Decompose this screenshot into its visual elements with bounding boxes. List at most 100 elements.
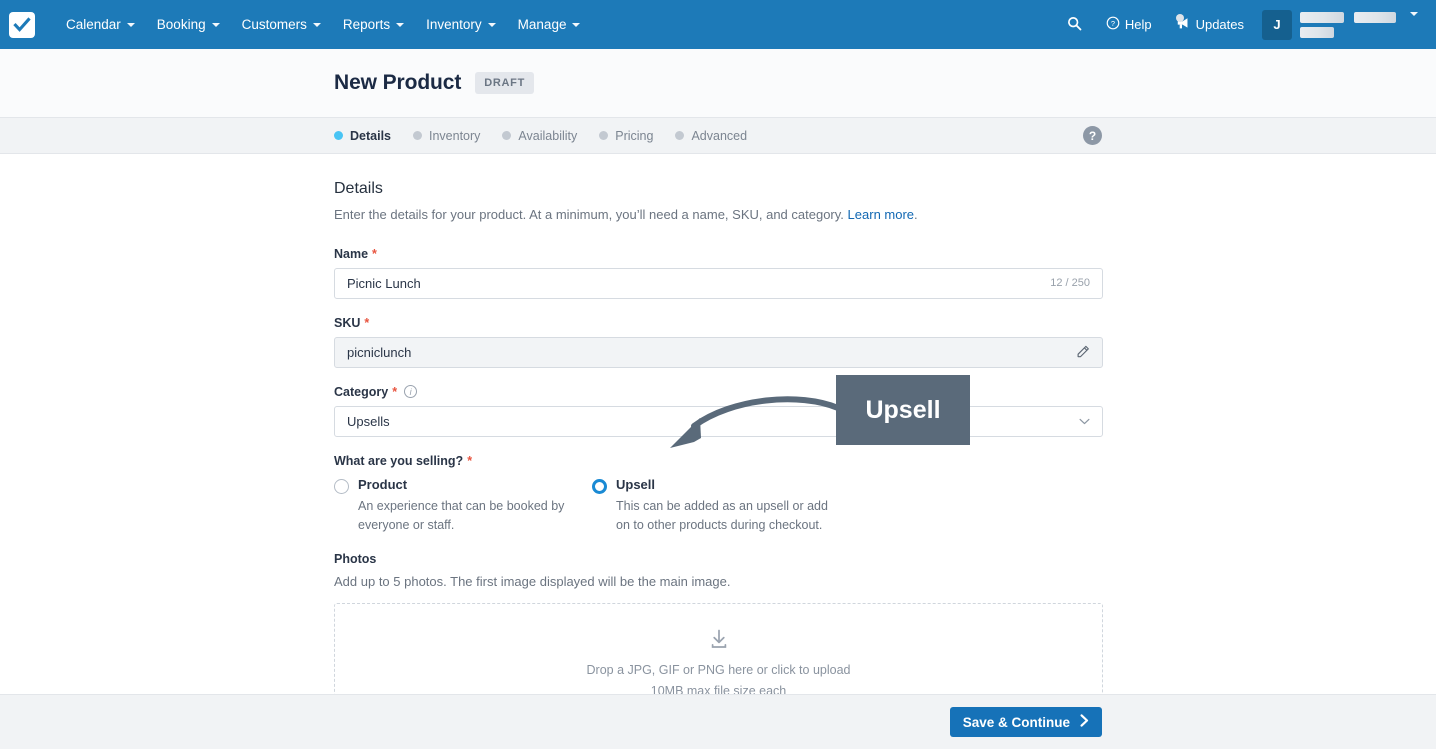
tab-pricing[interactable]: Pricing: [599, 129, 653, 143]
avatar[interactable]: J: [1262, 9, 1292, 40]
section-description: Enter the details for your product. At a…: [334, 206, 1102, 225]
chevron-down-icon: [487, 22, 496, 27]
page-title: New Product: [334, 71, 462, 94]
required-asterisk: *: [364, 315, 370, 330]
save-and-continue-button[interactable]: Save & Continue: [949, 707, 1102, 737]
step-label: Availability: [518, 128, 578, 143]
category-label-text: Category: [334, 384, 389, 399]
redacted-row: [1300, 26, 1396, 38]
selling-type-group: What are you selling? * Product An exper…: [334, 454, 1102, 535]
info-glyph: i: [409, 386, 412, 397]
chevron-down-icon: [572, 22, 581, 27]
help-button[interactable]: ? Help: [1094, 10, 1164, 39]
category-field-group: Category * i Upsells: [334, 384, 1103, 437]
wizard-step-bar: Details Inventory Availability Pricing A…: [0, 117, 1436, 154]
name-field-group: Name * Picnic Lunch 12 / 250: [334, 246, 1103, 299]
tab-inventory[interactable]: Inventory: [413, 129, 480, 143]
chevron-down-icon: [126, 22, 135, 27]
updates-label: Updates: [1195, 17, 1244, 32]
name-label-text: Name: [334, 246, 369, 261]
radio-option-text: Product An experience that can be booked…: [358, 477, 586, 535]
search-icon: [1067, 16, 1082, 34]
nav-item-customers[interactable]: Customers: [231, 11, 332, 38]
category-select-value: Upsells: [347, 413, 390, 429]
step-label: Advanced: [691, 128, 748, 143]
sku-input-value: picniclunch: [347, 344, 412, 360]
avatar-initial: J: [1273, 17, 1281, 32]
sku-label-text: SKU: [334, 315, 361, 330]
name-character-counter: 12 / 250: [1050, 277, 1090, 290]
svg-text:?: ?: [1111, 19, 1115, 28]
nav-right-cluster: ? Help Updates J: [1055, 9, 1436, 40]
annotation-callout-text: Upsell: [865, 395, 941, 424]
checkmark-logo[interactable]: [9, 11, 35, 38]
nav-item-label: Booking: [156, 17, 206, 32]
updates-button[interactable]: Updates: [1164, 10, 1256, 39]
top-navigation-bar: Calendar Booking Customers Reports Inven…: [0, 0, 1436, 49]
description-period: .: [914, 207, 918, 222]
tab-advanced[interactable]: Advanced: [675, 129, 747, 143]
radio-icon: [334, 478, 349, 494]
nav-item-label: Calendar: [66, 17, 121, 32]
help-icon[interactable]: ?: [1083, 126, 1102, 145]
help-label: Help: [1124, 17, 1152, 32]
sku-field-group: SKU * picniclunch: [334, 316, 1103, 368]
step-label: Inventory: [429, 128, 481, 143]
photos-label: Photos: [334, 552, 1102, 566]
step-dot-icon: [675, 131, 685, 140]
info-icon[interactable]: i: [404, 385, 418, 399]
required-asterisk: *: [392, 384, 398, 399]
radio-option-product[interactable]: Product An experience that can be booked…: [334, 477, 592, 535]
tab-availability[interactable]: Availability: [502, 129, 577, 143]
radio-option-upsell[interactable]: Upsell This can be added as an upsell or…: [592, 477, 850, 535]
category-select[interactable]: Upsells: [334, 405, 1103, 437]
nav-item-label: Customers: [241, 17, 307, 32]
name-input-value: Picnic Lunch: [347, 275, 421, 291]
nav-item-calendar[interactable]: Calendar: [55, 11, 146, 38]
nav-item-booking[interactable]: Booking: [146, 11, 231, 38]
nav-item-manage[interactable]: Manage: [507, 11, 592, 38]
download-icon: [707, 627, 731, 656]
nav-item-reports[interactable]: Reports: [332, 11, 415, 38]
nav-item-inventory[interactable]: Inventory: [415, 11, 507, 38]
radio-option-text: Upsell This can be added as an upsell or…: [616, 477, 844, 535]
annotation-callout: Upsell: [836, 375, 970, 445]
form-footer: Save & Continue: [0, 694, 1436, 749]
dropzone-primary-text: Drop a JPG, GIF or PNG here or click to …: [586, 663, 851, 678]
pencil-icon[interactable]: [1076, 345, 1090, 359]
sku-input: picniclunch: [334, 336, 1103, 368]
step-dot-icon: [334, 131, 343, 140]
selling-type-options: Product An experience that can be booked…: [334, 477, 1102, 535]
chevron-down-icon: [211, 22, 220, 27]
radio-icon-selected: [592, 478, 607, 494]
step-label: Pricing: [615, 128, 654, 143]
radio-option-label: Upsell: [616, 476, 656, 492]
notification-dot: [1175, 14, 1184, 22]
step-dot-icon: [502, 131, 512, 140]
section-description-text: Enter the details for your product. At a…: [334, 207, 844, 222]
chevron-right-icon: [1080, 714, 1089, 730]
help-circle-icon: ?: [1106, 16, 1120, 33]
search-button[interactable]: [1055, 10, 1094, 40]
required-asterisk: *: [467, 453, 473, 468]
help-glyph: ?: [1088, 128, 1097, 143]
sku-label: SKU *: [334, 316, 1102, 330]
learn-more-link[interactable]: Learn more: [848, 207, 914, 222]
main-menu: Calendar Booking Customers Reports Inven…: [55, 11, 591, 38]
nav-item-label: Reports: [342, 17, 391, 32]
chevron-down-icon: [1079, 418, 1090, 425]
redacted-row: [1300, 11, 1396, 23]
radio-option-description: An experience that can be booked by ever…: [358, 499, 565, 533]
account-menu-button[interactable]: [1396, 10, 1428, 40]
section-title: Details: [334, 180, 383, 197]
selling-type-label-text: What are you selling?: [334, 453, 464, 468]
radio-option-label: Product: [358, 476, 408, 492]
tab-details[interactable]: Details: [334, 129, 391, 143]
chevron-down-icon: [396, 22, 405, 27]
nav-item-label: Manage: [517, 17, 567, 32]
name-input[interactable]: Picnic Lunch 12 / 250: [334, 267, 1103, 299]
status-badge: DRAFT: [475, 72, 535, 94]
chevron-down-icon: [312, 22, 321, 27]
save-button-label: Save & Continue: [962, 714, 1070, 730]
nav-item-label: Inventory: [426, 17, 482, 32]
